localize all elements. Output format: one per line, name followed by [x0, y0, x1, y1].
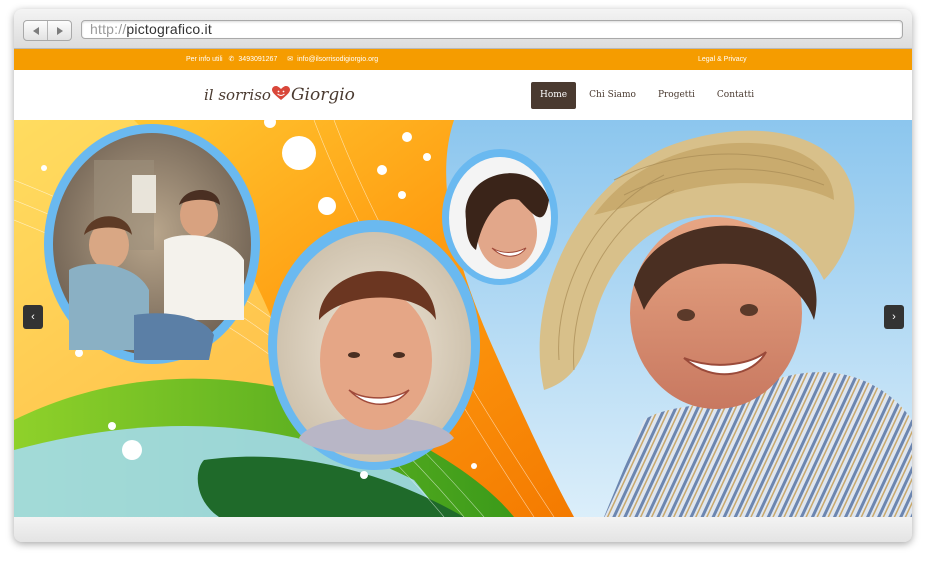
top-info-bar: Per info utili ✆ 3493091267 ✉ info@ilsorri…: [14, 49, 912, 70]
slider-next-button[interactable]: ›: [884, 305, 904, 329]
slide-artwork: [14, 120, 912, 517]
nav-contatti[interactable]: Contatti: [708, 82, 763, 109]
back-button[interactable]: [24, 21, 47, 40]
forward-button[interactable]: [47, 21, 71, 40]
nav-progetti[interactable]: Progetti: [649, 82, 704, 109]
phone-link[interactable]: ✆ 3493091267: [229, 56, 282, 63]
history-buttons: [23, 20, 72, 41]
logo-text-giorgio: Giorgio: [290, 85, 355, 105]
slider-prev-button[interactable]: ‹: [23, 305, 43, 329]
nav-chi-siamo[interactable]: Chi Siamo: [580, 82, 645, 109]
envelope-icon: ✉: [287, 56, 294, 63]
site-header: il sorriso Giorgio Home Chi Siamo Progett…: [14, 70, 912, 121]
phone-number: 3493091267: [238, 56, 278, 63]
email-link[interactable]: ✉ info@ilsorrisodigiorgio.org: [287, 56, 382, 63]
browser-toolbar: http://pictografico.it: [14, 9, 912, 49]
chevron-right-icon: ›: [892, 311, 896, 323]
hero-slider: ‹ ›: [14, 120, 912, 517]
heart-icon: [271, 82, 290, 110]
nav-home[interactable]: Home: [531, 82, 577, 109]
address-bar[interactable]: http://pictografico.it: [81, 20, 903, 39]
page-footer-strip: [14, 517, 912, 542]
email-address: info@ilsorrisodigiorgio.org: [297, 56, 379, 63]
phone-icon: ✆: [228, 56, 235, 63]
legal-privacy-link[interactable]: Legal & Privacy: [698, 49, 747, 70]
forward-arrow-icon: [56, 26, 63, 35]
info-label: Per info utili: [186, 56, 223, 63]
logo-text-sorriso: il sorriso: [204, 86, 271, 104]
browser-window: http://pictografico.it Per info utili ✆ 3…: [14, 9, 912, 542]
main-nav: Home Chi Siamo Progetti Contatti: [531, 82, 767, 109]
contact-info: Per info utili ✆ 3493091267 ✉ info@ilsorri…: [186, 49, 386, 70]
back-arrow-icon: [32, 26, 39, 35]
chevron-left-icon: ‹: [31, 311, 35, 323]
site-logo[interactable]: il sorriso Giorgio: [204, 81, 355, 109]
url-host: pictografico.it: [126, 21, 212, 37]
url-scheme: http://: [90, 21, 127, 37]
